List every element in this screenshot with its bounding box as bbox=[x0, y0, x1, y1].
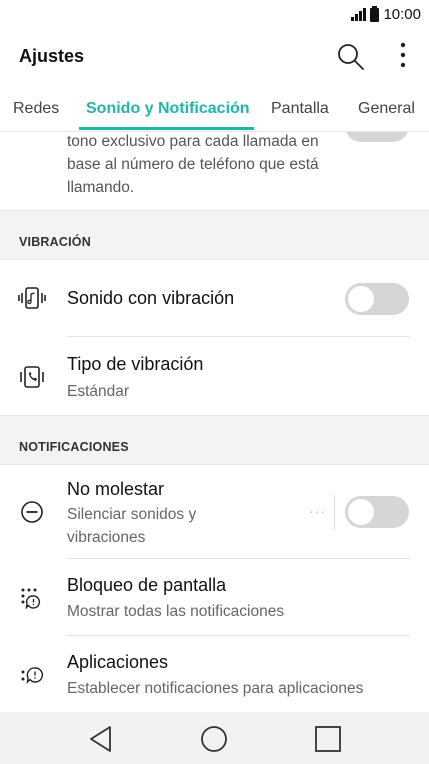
more-options-button[interactable] bbox=[388, 40, 418, 74]
search-button[interactable] bbox=[334, 40, 368, 74]
settings-list[interactable]: tono exclusivo para cada llamada en base… bbox=[0, 132, 429, 712]
navigation-bar bbox=[0, 712, 429, 764]
more-vert-icon bbox=[400, 42, 406, 68]
drag-dots-icon: ··· bbox=[309, 503, 326, 519]
setting-tipo-de-vibracion[interactable]: Tipo de vibración Estándar bbox=[0, 337, 429, 415]
recents-icon bbox=[315, 726, 341, 752]
setting-subtitle: Silenciar sonidos y vibraciones bbox=[67, 506, 197, 546]
setting-sonido-con-vibracion[interactable]: Sonido con vibración bbox=[0, 260, 429, 337]
home-icon bbox=[201, 726, 227, 752]
home-button[interactable] bbox=[199, 724, 229, 754]
tab-pantalla[interactable]: Pantalla bbox=[271, 100, 329, 118]
lock-screen-notification-icon bbox=[21, 588, 41, 610]
status-bar: 10:00 bbox=[0, 0, 429, 30]
setting-title: No molestar bbox=[67, 479, 165, 499]
tab-bar: Redes Sonido y Notificación Pantalla Gen… bbox=[0, 86, 429, 132]
partial-item-description: tono exclusivo para cada llamada en base… bbox=[67, 133, 319, 196]
sonido-con-vibracion-toggle[interactable] bbox=[345, 283, 409, 315]
app-bar: Ajustes bbox=[0, 30, 429, 86]
recents-button[interactable] bbox=[313, 724, 343, 754]
setting-subtitle: Estándar bbox=[67, 383, 130, 400]
list-item-partial[interactable]: tono exclusivo para cada llamada en base… bbox=[0, 132, 429, 210]
vibrate-music-icon bbox=[18, 287, 46, 309]
setting-no-molestar[interactable]: No molestar Silenciar sonidos y vibracio… bbox=[0, 465, 429, 559]
back-icon bbox=[90, 726, 111, 752]
active-tab-indicator bbox=[79, 127, 254, 130]
setting-subtitle: Mostrar todas las notificaciones bbox=[67, 603, 285, 620]
setting-title: Aplicaciones bbox=[67, 652, 169, 672]
signal-icon bbox=[351, 8, 367, 21]
setting-title: Sonido con vibración bbox=[67, 288, 235, 308]
page-title: Ajustes bbox=[19, 46, 85, 66]
tab-redes[interactable]: Redes bbox=[13, 100, 59, 118]
back-button[interactable] bbox=[86, 724, 116, 754]
setting-bloqueo-de-pantalla[interactable]: Bloqueo de pantalla Mostrar todas las no… bbox=[0, 559, 429, 636]
do-not-disturb-icon bbox=[21, 501, 43, 523]
setting-title: Tipo de vibración bbox=[67, 354, 204, 374]
no-molestar-toggle[interactable] bbox=[345, 496, 409, 528]
section-header-vibracion: VIBRACIÓN bbox=[0, 210, 429, 260]
tab-general[interactable]: General bbox=[358, 100, 415, 118]
search-icon bbox=[338, 44, 364, 70]
vibrate-phone-icon bbox=[20, 366, 44, 388]
battery-icon bbox=[370, 5, 380, 22]
status-time: 10:00 bbox=[383, 6, 421, 23]
setting-title: Bloqueo de pantalla bbox=[67, 575, 227, 595]
app-notification-icon bbox=[21, 667, 44, 684]
setting-subtitle: Establecer notificaciones para aplicacio… bbox=[67, 680, 364, 697]
tab-sonido-notificacion[interactable]: Sonido y Notificación bbox=[86, 100, 250, 118]
section-header-notificaciones: NOTIFICACIONES bbox=[0, 415, 429, 465]
partial-item-toggle[interactable] bbox=[345, 132, 409, 142]
setting-aplicaciones[interactable]: Aplicaciones Establecer notificaciones p… bbox=[0, 636, 429, 712]
